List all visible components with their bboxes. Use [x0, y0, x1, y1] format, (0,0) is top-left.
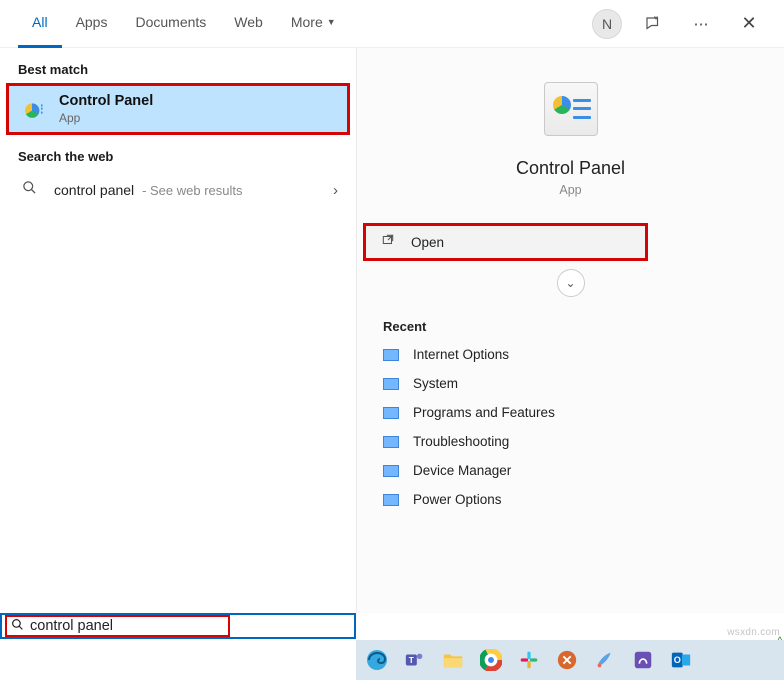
- search-filter-tabs: All Apps Documents Web More▼ N ⋯ ✕: [0, 0, 784, 48]
- search-icon: [11, 618, 24, 634]
- control-panel-icon: [544, 82, 598, 136]
- chevron-right-icon: ›: [333, 182, 338, 199]
- control-panel-item-icon: [383, 378, 399, 390]
- detail-subtitle: App: [559, 183, 581, 197]
- taskbar-edge-icon[interactable]: [362, 645, 392, 675]
- control-panel-icon: [21, 97, 45, 121]
- detail-pane: Control Panel App Open ⌄ Recent Internet…: [356, 48, 784, 613]
- user-avatar[interactable]: N: [592, 9, 622, 39]
- taskbar: T O ^: [356, 640, 784, 680]
- best-match-header: Best match: [0, 48, 356, 83]
- recent-item[interactable]: Troubleshooting: [357, 427, 784, 456]
- recent-header: Recent: [357, 305, 784, 340]
- taskbar-slack-icon[interactable]: [514, 645, 544, 675]
- web-suffix: - See web results: [142, 183, 242, 198]
- web-search-result[interactable]: control panel - See web results ›: [0, 170, 356, 210]
- recent-item[interactable]: Power Options: [357, 485, 784, 514]
- search-input[interactable]: [30, 618, 200, 634]
- detail-title: Control Panel: [516, 158, 625, 179]
- control-panel-item-icon: [383, 407, 399, 419]
- search-icon: [18, 180, 40, 200]
- control-panel-item-icon: [383, 436, 399, 448]
- svg-text:O: O: [674, 655, 681, 665]
- taskbar-outlook-icon[interactable]: O: [666, 645, 696, 675]
- tab-documents[interactable]: Documents: [121, 0, 220, 48]
- open-label: Open: [411, 235, 444, 250]
- expand-toggle[interactable]: ⌄: [557, 269, 585, 297]
- taskbar-paint-icon[interactable]: [590, 645, 620, 675]
- recent-item-label: Internet Options: [413, 347, 509, 362]
- chevron-down-icon: ▼: [327, 17, 336, 27]
- close-icon[interactable]: ✕: [732, 7, 766, 41]
- recent-item[interactable]: System: [357, 369, 784, 398]
- taskbar-chrome-icon[interactable]: [476, 645, 506, 675]
- tab-all[interactable]: All: [18, 0, 62, 48]
- web-query-text: control panel: [54, 182, 134, 198]
- recent-item[interactable]: Internet Options: [357, 340, 784, 369]
- tab-apps[interactable]: Apps: [62, 0, 122, 48]
- control-panel-item-icon: [383, 465, 399, 477]
- recent-item-label: Device Manager: [413, 463, 511, 478]
- tab-more[interactable]: More▼: [277, 0, 350, 48]
- search-web-header: Search the web: [0, 135, 356, 170]
- recent-item-label: Power Options: [413, 492, 502, 507]
- recent-item[interactable]: Device Manager: [357, 456, 784, 485]
- taskbar-app-icon[interactable]: [552, 645, 582, 675]
- result-title: Control Panel: [59, 93, 153, 109]
- feedback-icon[interactable]: [636, 7, 670, 41]
- results-pane: Best match Control Panel App Search the …: [0, 48, 356, 613]
- best-match-result[interactable]: Control Panel App: [6, 83, 350, 135]
- more-options-icon[interactable]: ⋯: [684, 7, 718, 41]
- recent-item-label: Troubleshooting: [413, 434, 509, 449]
- tab-web[interactable]: Web: [220, 0, 277, 48]
- search-bar: [0, 613, 356, 639]
- recent-item-label: Programs and Features: [413, 405, 555, 420]
- taskbar-chevron-up-icon[interactable]: ^: [778, 635, 782, 645]
- taskbar-teams-icon[interactable]: T: [400, 645, 430, 675]
- recent-item-label: System: [413, 376, 458, 391]
- open-action[interactable]: Open: [363, 223, 648, 261]
- result-subtitle: App: [59, 111, 153, 125]
- control-panel-item-icon: [383, 494, 399, 506]
- svg-text:T: T: [409, 656, 414, 665]
- open-icon: [381, 233, 399, 252]
- recent-item[interactable]: Programs and Features: [357, 398, 784, 427]
- taskbar-explorer-icon[interactable]: [438, 645, 468, 675]
- watermark: wsxdn.com: [727, 627, 780, 638]
- control-panel-item-icon: [383, 349, 399, 361]
- taskbar-brush-icon[interactable]: [628, 645, 658, 675]
